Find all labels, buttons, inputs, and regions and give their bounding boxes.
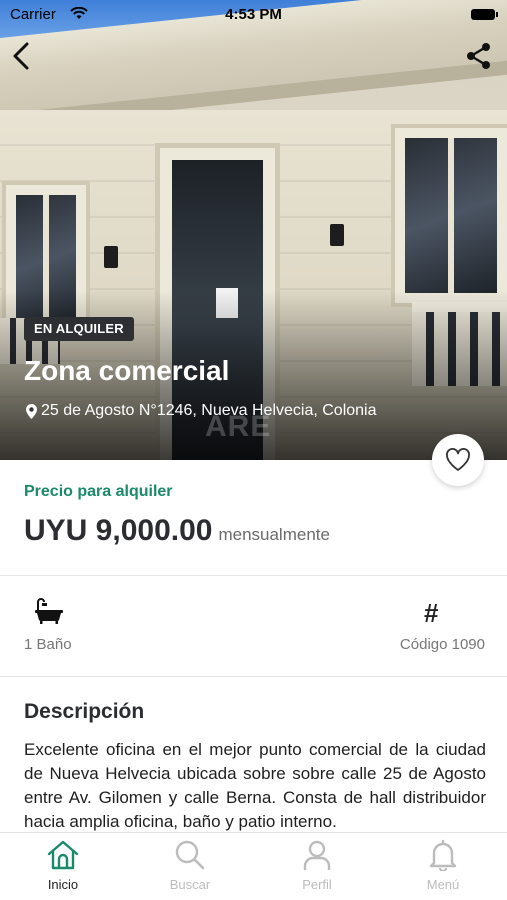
property-photo[interactable]: ARE <box>0 0 507 460</box>
heart-icon <box>446 448 470 471</box>
price-row: UYU 9,000.00 mensualmente <box>24 514 330 548</box>
tab-inicio[interactable]: Inicio <box>18 839 108 892</box>
user-icon <box>303 840 331 870</box>
tab-menu[interactable]: Menú <box>398 839 488 892</box>
favorite-button[interactable] <box>432 434 484 486</box>
clock: 4:53 PM <box>225 6 282 23</box>
tab-buscar[interactable]: Buscar <box>145 839 235 892</box>
bathrooms-count: 1 Baño <box>24 636 72 653</box>
share-button[interactable] <box>465 42 493 70</box>
description-title: Descripción <box>24 700 145 723</box>
tab-label: Inicio <box>47 877 79 892</box>
price-amount: UYU 9,000.00 <box>24 514 213 547</box>
divider <box>0 575 507 576</box>
rental-status-badge: EN ALQUILER <box>24 317 134 341</box>
search-icon <box>175 840 205 870</box>
property-code: Código 1090 <box>399 636 485 653</box>
location-pin-icon <box>26 403 37 419</box>
price-period: mensualmente <box>218 525 330 544</box>
battery-icon <box>471 9 498 20</box>
description-body: Excelente oficina en el mejor punto come… <box>24 740 486 831</box>
tab-label: Perfil <box>302 877 332 892</box>
home-icon <box>47 840 79 870</box>
address-text: 25 de Agosto N°1246, Nueva Helvecia, Col… <box>41 402 377 419</box>
bathtub-icon <box>35 598 63 624</box>
tab-label: Menú <box>426 877 460 892</box>
wall-lamp <box>330 224 344 246</box>
bell-icon <box>429 839 457 871</box>
listing-address: 25 de Agosto N°1246, Nueva Helvecia, Col… <box>26 402 377 420</box>
wall-lamp <box>104 246 118 268</box>
hash-icon: # <box>424 598 439 628</box>
listing-title: Zona comercial <box>24 355 230 386</box>
divider <box>0 676 507 677</box>
back-button[interactable] <box>6 40 38 72</box>
tab-label: Buscar <box>169 877 211 892</box>
price-label: Precio para alquiler <box>24 483 173 500</box>
window-right <box>395 128 507 303</box>
status-bar: Carrier 4:53 PM <box>0 0 507 30</box>
tab-perfil[interactable]: Perfil <box>272 839 362 892</box>
tab-bar: Inicio Buscar Perfil Menú <box>0 832 507 900</box>
